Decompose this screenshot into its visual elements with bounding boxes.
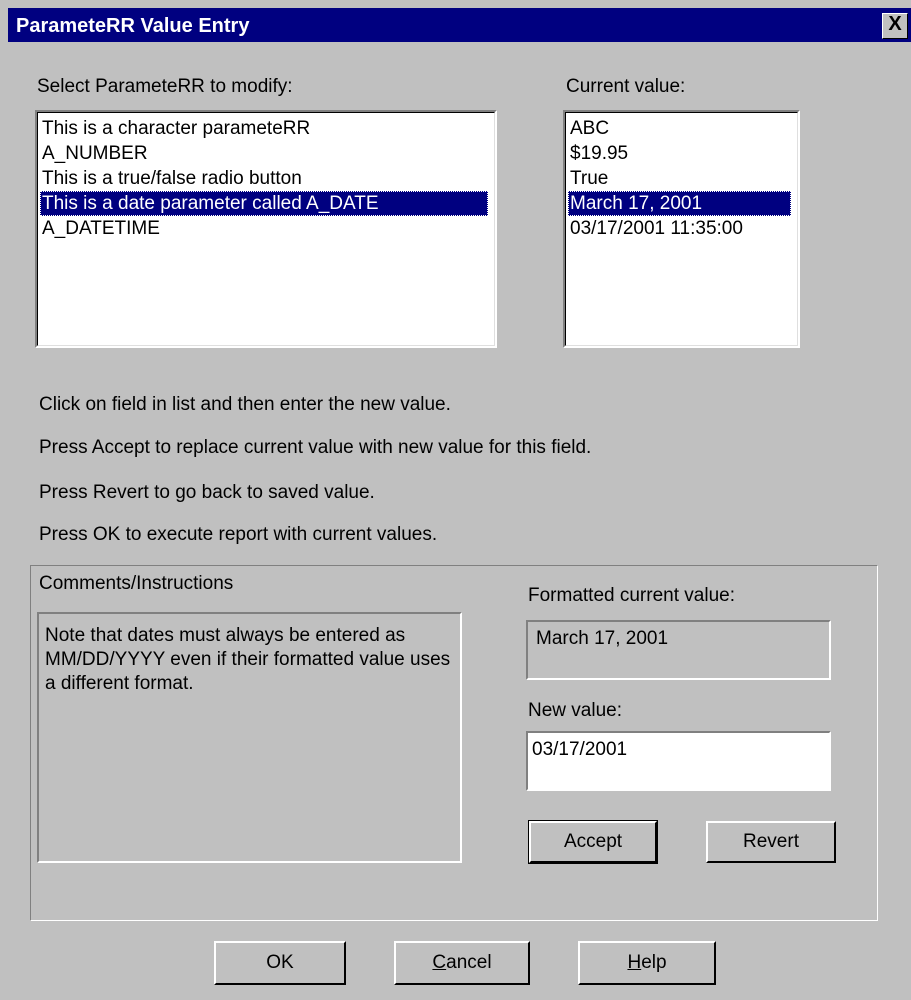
current-value-item[interactable]: 03/17/2001 11:35:00 <box>568 216 743 241</box>
help-label-rest: elp <box>641 952 667 973</box>
comments-text: Note that dates must always be entered a… <box>45 625 451 694</box>
new-value-text[interactable]: 03/17/2001 <box>532 739 627 761</box>
accept-button[interactable]: Accept <box>528 820 658 864</box>
instruction-line: Click on field in list and then enter th… <box>39 394 451 415</box>
revert-button[interactable]: Revert <box>706 821 836 863</box>
parameter-list[interactable]: This is a character parameteRR A_NUMBER … <box>35 110 497 348</box>
parameter-list-item[interactable]: This is a character parameteRR <box>40 116 310 141</box>
instruction-line: Press OK to execute report with current … <box>39 524 438 545</box>
parameter-list-item[interactable]: A_DATETIME <box>40 216 160 241</box>
current-value-list[interactable]: ABC $19.95 True March 17, 2001 03/17/200… <box>563 110 800 348</box>
current-value-item-selected[interactable]: March 17, 2001 <box>568 191 791 216</box>
select-parameter-label: Select ParameteRR to modify: <box>37 76 293 97</box>
dialog-window: ParameteRR Value Entry X Select Paramete… <box>0 0 911 1000</box>
close-icon: X <box>888 13 902 35</box>
cancel-label-rest: ancel <box>446 952 492 973</box>
window-title: ParameteRR Value Entry <box>16 15 250 37</box>
instruction-line: Press Accept to replace current value wi… <box>39 437 592 458</box>
formatted-value-text: March 17, 2001 <box>536 628 669 649</box>
parameter-list-item[interactable]: A_NUMBER <box>40 141 148 166</box>
current-value-item[interactable]: $19.95 <box>568 141 628 166</box>
current-value-label: Current value: <box>566 76 686 97</box>
formatted-value-label: Formatted current value: <box>528 585 735 606</box>
help-mnemonic: H <box>627 952 642 973</box>
help-button[interactable]: Help <box>578 941 716 985</box>
current-value-item[interactable]: True <box>568 166 608 191</box>
ok-button[interactable]: OK <box>214 941 346 985</box>
instruction-line: Press Revert to go back to saved value. <box>39 482 375 503</box>
new-value-label: New value: <box>528 700 622 721</box>
cancel-button[interactable]: Cancel <box>394 941 530 985</box>
formatted-value-box: March 17, 2001 <box>526 620 831 680</box>
title-bar[interactable]: ParameteRR Value Entry <box>8 8 911 42</box>
parameter-list-item[interactable]: This is a true/false radio button <box>40 166 302 191</box>
comments-box: Note that dates must always be entered a… <box>37 612 462 863</box>
comments-label: Comments/Instructions <box>39 573 234 594</box>
cancel-mnemonic: C <box>432 952 447 973</box>
new-value-input[interactable]: 03/17/2001 <box>526 731 831 791</box>
close-button[interactable]: X <box>882 13 908 39</box>
parameter-list-item-selected[interactable]: This is a date parameter called A_DATE <box>40 191 488 216</box>
current-value-item[interactable]: ABC <box>568 116 609 141</box>
